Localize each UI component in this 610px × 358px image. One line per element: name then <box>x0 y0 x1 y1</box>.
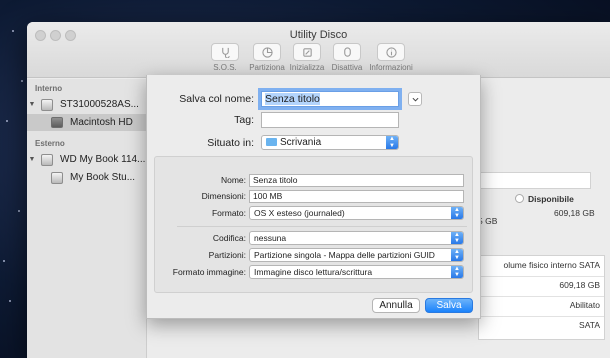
image-format-label: Formato immagine: <box>172 267 246 277</box>
separator <box>177 226 467 227</box>
volume-name-box <box>478 172 591 189</box>
partitions-label: Partizioni: <box>208 250 246 260</box>
folder-icon <box>266 138 277 146</box>
partitions-popup[interactable]: Partizione singola - Mappa delle partizi… <box>249 248 464 262</box>
available-value: 609,18 GB <box>554 208 595 218</box>
info-cell: SATA <box>579 320 600 330</box>
star <box>18 210 20 212</box>
titlebar: Utility Disco S.O.S. Partiziona Iniziali… <box>27 22 610 78</box>
sidebar: Interno ▼ ST31000528AS... Macintosh HD E… <box>27 79 147 358</box>
name-label: Nome: <box>220 175 246 185</box>
chevron-down-icon <box>412 97 418 102</box>
image-format-popup[interactable]: Immagine disco lettura/scrittura ▲ ▼ <box>249 265 464 279</box>
sidebar-item-external-disk[interactable]: ▼ WD My Book 114... <box>27 151 147 168</box>
external-volume-icon <box>51 171 63 184</box>
updown-arrows-icon: ▲ ▼ <box>386 136 398 149</box>
updown-arrows-icon: ▲ ▼ <box>451 266 463 278</box>
encryption-label: Codifica: <box>212 233 246 243</box>
sidebar-item-label: WD My Book 114... <box>60 154 146 165</box>
star <box>9 300 11 302</box>
info-icon <box>377 43 405 61</box>
external-disk-icon <box>41 153 53 166</box>
save-button[interactable]: Salva <box>425 298 473 313</box>
sidebar-section-external: Esterno <box>35 139 65 148</box>
disclosure-triangle-icon[interactable]: ▼ <box>27 156 37 163</box>
updown-arrows-icon: ▲ ▼ <box>451 232 463 244</box>
format-label: Formato: <box>211 208 246 218</box>
name-input[interactable]: Senza titolo <box>249 174 464 187</box>
info-cell: 609,18 GB <box>559 280 600 290</box>
sidebar-item-macintosh-hd[interactable]: Macintosh HD <box>27 114 147 131</box>
new-image-save-sheet: Salva col nome: Senza titolo Tag: Situat… <box>146 75 481 319</box>
where-popup[interactable]: Scrivania ▲ ▼ <box>261 135 399 150</box>
sidebar-item-my-book-volume[interactable]: My Book Stu... <box>27 169 147 186</box>
star <box>12 30 14 32</box>
format-popup[interactable]: OS X esteso (journaled) ▲ ▼ <box>249 206 464 220</box>
tags-input[interactable] <box>261 112 399 128</box>
save-as-label: Salva col nome: <box>179 93 254 105</box>
sidebar-item-label: My Book Stu... <box>70 172 136 183</box>
where-label: Situato in: <box>207 137 254 149</box>
updown-arrows-icon: ▲ ▼ <box>451 249 463 261</box>
image-options-box: Nome: Senza titolo Dimensioni: 100 MB Fo… <box>154 156 473 293</box>
info-cell: Abilitato <box>569 300 600 310</box>
window-title: Utility Disco <box>289 29 348 41</box>
expand-dialog-button[interactable] <box>408 92 422 106</box>
sidebar-item-label: ST31000528AS... <box>60 99 139 110</box>
size-input[interactable]: 100 MB <box>249 190 464 203</box>
encryption-popup[interactable]: nessuna ▲ ▼ <box>249 231 464 245</box>
info-table: olume fisico interno SATA 609,18 GB Abil… <box>478 255 605 340</box>
toolbar-info-button[interactable]: Informazioni <box>361 43 421 72</box>
star <box>3 260 5 262</box>
disclosure-triangle-icon[interactable]: ▼ <box>27 101 37 108</box>
size-label: Dimensioni: <box>201 191 246 201</box>
hard-disk-icon <box>41 98 53 111</box>
eject-icon <box>333 43 361 61</box>
sidebar-item-label: Macintosh HD <box>70 117 133 128</box>
updown-arrows-icon: ▲ ▼ <box>451 207 463 219</box>
toolbar-info-label: Informazioni <box>369 63 413 72</box>
save-as-input[interactable]: Senza titolo <box>261 91 399 107</box>
stethoscope-icon <box>211 43 239 61</box>
legend-swatch-icon <box>515 194 524 203</box>
info-cell: olume fisico interno SATA <box>503 260 600 270</box>
sidebar-section-internal: Interno <box>35 84 63 93</box>
tags-label: Tag: <box>234 114 254 126</box>
star <box>21 80 23 82</box>
cancel-button[interactable]: Annulla <box>372 298 420 313</box>
available-legend: Disponibile <box>515 194 574 204</box>
sidebar-item-internal-disk[interactable]: ▼ ST31000528AS... <box>27 96 147 113</box>
volume-icon <box>51 117 63 128</box>
star <box>6 120 8 122</box>
